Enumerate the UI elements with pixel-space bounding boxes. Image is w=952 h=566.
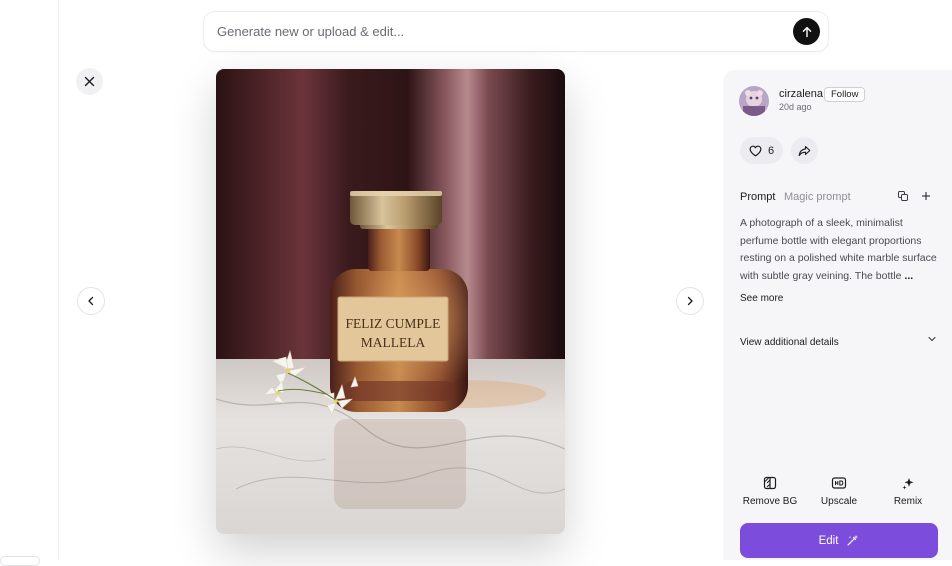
submit-button[interactable]: [793, 18, 820, 45]
details-label: View additional details: [740, 337, 839, 348]
chevron-left-icon: [88, 296, 94, 306]
next-image-button[interactable]: [676, 287, 704, 315]
prompt-bar: [203, 11, 829, 52]
username[interactable]: cirzalena: [779, 88, 823, 100]
share-icon: [798, 145, 811, 156]
follow-button[interactable]: Follow: [824, 87, 866, 102]
hd-icon: [831, 477, 847, 489]
upscale-button[interactable]: Upscale: [809, 476, 869, 507]
remix-button[interactable]: Remix: [878, 476, 938, 507]
like-button[interactable]: 6: [740, 137, 784, 164]
avatar[interactable]: [739, 86, 769, 116]
chevron-down-icon: [928, 336, 936, 342]
tab-magic-prompt[interactable]: Magic prompt: [784, 191, 851, 203]
remove-bg-label: Remove BG: [742, 496, 798, 507]
edit-label: Edit: [818, 534, 839, 547]
previous-image-button[interactable]: [77, 287, 105, 315]
arrow-up-icon: [802, 26, 811, 37]
remix-label: Remix: [893, 496, 923, 507]
sparkle-icon: [902, 478, 914, 490]
remove-bg-icon: [763, 476, 777, 490]
bottle-label-line-1: FELIZ CUMPLE: [346, 316, 441, 331]
view-additional-details[interactable]: View additional details: [740, 332, 937, 348]
bottle-label-line-2: MALLELA: [361, 335, 426, 350]
left-sidebar: [0, 0, 59, 566]
copy-icon[interactable]: [897, 190, 909, 202]
timestamp: 20d ago: [779, 102, 812, 112]
perfume-bottle-image: FELIZ CUMPLE MALLELA: [216, 69, 565, 534]
chevron-right-icon: [687, 296, 693, 306]
like-count: 6: [768, 144, 775, 157]
share-button[interactable]: [791, 137, 818, 164]
prompt-text: A photograph of a sleek, minimalist perf…: [740, 215, 942, 285]
sidebar-bottom-item[interactable]: [0, 556, 40, 566]
prompt-ellipsis: ...: [904, 269, 914, 282]
tab-prompt[interactable]: Prompt: [740, 191, 775, 203]
prompt-input[interactable]: [217, 12, 777, 51]
upscale-label: Upscale: [820, 496, 858, 507]
heart-icon: [749, 145, 762, 156]
close-button[interactable]: [76, 68, 103, 95]
magic-wand-icon: [847, 535, 859, 546]
see-more-link[interactable]: See more: [740, 293, 783, 304]
remove-bg-button[interactable]: Remove BG: [740, 476, 800, 507]
edit-button[interactable]: Edit: [740, 523, 938, 558]
avatar-image: [739, 86, 769, 116]
details-panel: cirzalena Follow 20d ago 6 Prompt Magic …: [723, 70, 952, 560]
close-icon: [84, 76, 95, 87]
plus-icon[interactable]: [920, 190, 932, 202]
generated-image[interactable]: FELIZ CUMPLE MALLELA: [216, 69, 565, 534]
